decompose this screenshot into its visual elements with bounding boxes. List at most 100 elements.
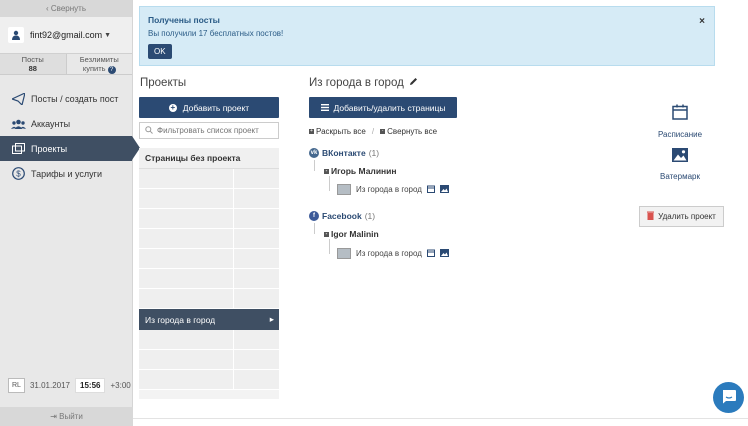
sidebar-item-label: Проекты [31,143,68,154]
caret-right-icon: ▸ [269,314,274,324]
page-thumbnail [337,248,351,259]
page-row-vk[interactable]: Из города в город [337,184,449,195]
collapse-all-link[interactable]: - Свернуть все [380,127,437,136]
timezone-select[interactable]: RL [8,378,25,393]
dollar-icon: $ [10,167,26,180]
users-icon [10,119,26,129]
delete-project-button[interactable]: Удалить проект [639,206,724,227]
page-name: Из города в город [356,249,422,258]
alert-text: Вы получили 17 бесплатных постов! [148,29,284,38]
schedule-tool[interactable]: Расписание [645,104,715,139]
expand-all-link[interactable]: + Раскрыть все [309,127,366,136]
page-name: Из города в город [356,185,422,194]
network-name: ВКонтакте [322,148,366,158]
network-vk[interactable]: vk ВКонтакте (1) [309,148,379,158]
list-item [139,229,279,249]
minus-icon: - [380,128,386,135]
unlimited-stat[interactable]: Безлимиты купить ? [67,54,133,74]
calendar-icon [645,104,715,125]
project-list-header[interactable]: Страницы без проекта [139,148,279,169]
network-account-vk[interactable]: - Игорь Малинин [324,166,397,176]
close-icon[interactable]: × [699,16,705,27]
alert-ok-button[interactable]: OK [148,44,172,59]
sidebar-item-label: Посты / создать пост [31,93,119,104]
plus-circle-icon: + [168,102,177,112]
list-item [139,350,279,370]
list-item [139,249,279,269]
watermark-tool[interactable]: Ватермарк [645,148,715,181]
folders-icon [10,143,26,154]
chevron-left-icon: ‹ [46,4,49,13]
sidebar-item-posts[interactable]: Посты / создать пост [0,86,132,111]
add-project-button[interactable]: + Добавить проект [139,97,279,118]
sidebar-item-projects[interactable]: Проекты [0,136,140,161]
page-row-facebook[interactable]: Из города в город [337,248,449,259]
search-icon [145,125,153,136]
list-item [139,269,279,289]
schedule-label: Расписание [657,130,703,139]
collapse-label: Свернуть [50,4,86,13]
sidebar-item-accounts[interactable]: Аккаунты [0,111,132,136]
list-item [139,209,279,229]
minus-icon[interactable]: - [324,231,329,237]
sidebar-item-label: Тарифы и услуги [31,168,102,179]
image-icon[interactable] [439,184,449,195]
expand-controls: + Раскрыть все / - Свернуть все [309,127,437,136]
alert-title: Получены посты [148,15,220,25]
list-item [139,289,279,309]
project-name: Из города в город [309,77,404,89]
sidebar: ‹ Свернуть fint92@gmail.com ▼ Посты 88 Б… [0,0,140,426]
calendar-icon[interactable] [426,249,435,259]
unlimited-buy-link[interactable]: купить [83,64,106,73]
image-icon [645,148,715,167]
calendar-icon[interactable] [426,185,435,195]
network-account-facebook[interactable]: - Igor Malinin [324,229,379,239]
posts-value: 88 [28,63,37,73]
list-icon [320,103,329,113]
caret-down-icon: ▼ [104,31,112,39]
account-name: Igor Malinin [331,229,379,239]
minus-icon[interactable]: - [324,168,329,174]
utc-offset: +3:00 [110,381,131,390]
project-item-label: Из города в город [145,314,216,325]
list-item [139,330,279,350]
network-count: (1) [364,211,376,221]
logout-button[interactable]: ⇥ Выйти [0,407,133,426]
account-stats: Посты 88 Безлимиты купить ? [0,54,132,75]
svg-text:$: $ [16,170,21,179]
collapse-sidebar-button[interactable]: ‹ Свернуть [0,0,132,17]
project-filter [139,122,279,139]
network-name: Facebook [322,211,362,221]
timezone-bar: RL 31.01.2017 15:56 +3:00 [8,378,131,393]
posts-stat: Посты 88 [0,54,67,74]
facebook-icon: f [309,211,319,221]
user-icon [8,27,24,43]
network-facebook[interactable]: f Facebook (1) [309,211,375,221]
logout-label: Выйти [59,412,83,421]
add-project-label: Добавить проект [182,102,250,113]
image-icon[interactable] [439,248,449,259]
delete-project-label: Удалить проект [658,212,716,221]
help-icon[interactable]: ? [107,65,116,74]
notification-alert: Получены посты Вы получили 17 бесплатных… [139,6,715,66]
sidebar-item-label: Аккаунты [31,118,71,129]
project-list: Страницы без проекта Из города в город ▸ [139,148,279,399]
paper-plane-icon [10,92,26,105]
logout-icon: ⇥ [50,412,57,421]
add-pages-label: Добавить/удалить страницы [333,102,446,113]
account-name: Игорь Малинин [331,166,397,176]
project-filter-input[interactable] [157,126,272,135]
current-date: 31.01.2017 [29,381,70,390]
account-switcher[interactable]: fint92@gmail.com ▼ [0,17,132,54]
chat-launcher-button[interactable] [713,382,744,413]
divider [133,418,748,419]
pencil-icon[interactable] [409,77,418,89]
add-remove-pages-button[interactable]: Добавить/удалить страницы [309,97,457,118]
plus-icon: + [309,128,314,135]
sidebar-item-tariffs[interactable]: $ Тарифы и услуги [0,161,132,186]
project-item-active[interactable]: Из города в город ▸ [139,309,279,330]
list-item [139,169,279,189]
separator: / [371,127,375,136]
list-item [139,189,279,209]
list-item [139,370,279,390]
